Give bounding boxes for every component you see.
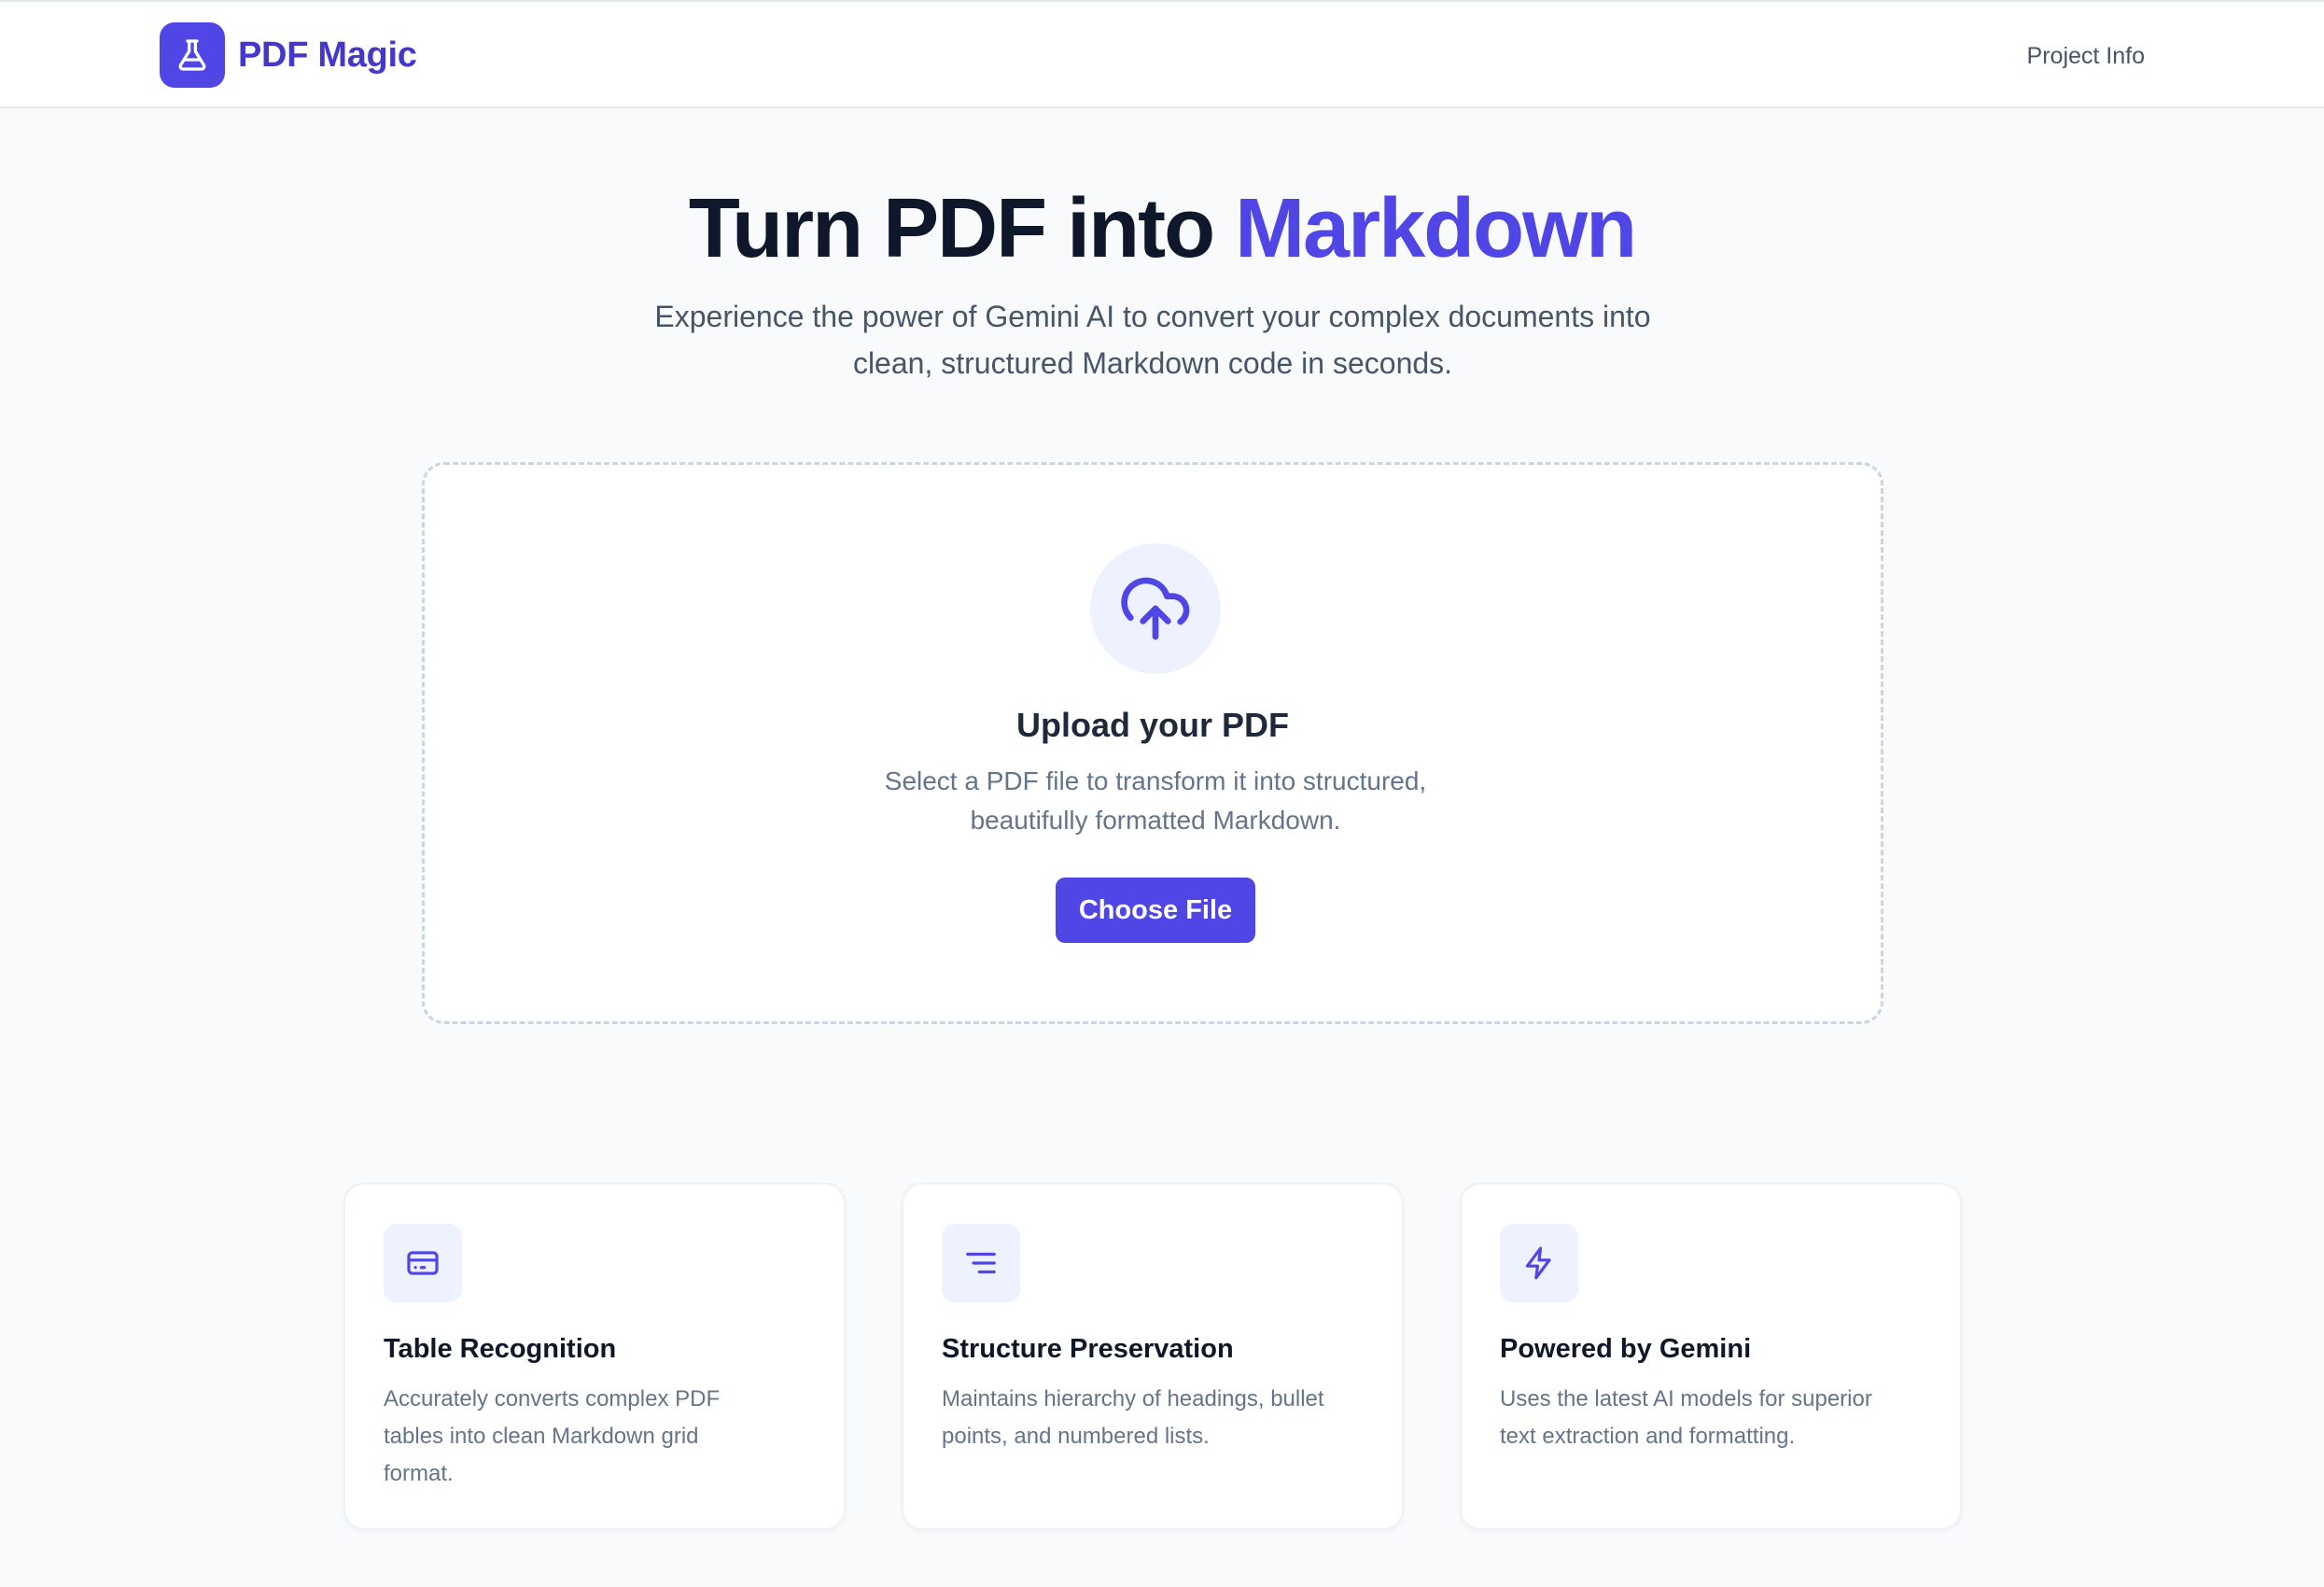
feature-description: Accurately converts complex PDF tables i…	[384, 1381, 785, 1493]
table-icon	[407, 1251, 439, 1275]
choose-file-button[interactable]: Choose File	[1056, 878, 1255, 943]
hero-subtitle-line: clean, structured Markdown code in secon…	[852, 346, 1453, 380]
feature-description: Maintains hierarchy of headings, bullet …	[942, 1381, 1343, 1455]
feature-title: Powered by Gemini	[1500, 1334, 1752, 1364]
feature-icon-wrapper	[1500, 1224, 1578, 1302]
top-header: PDF Magic Project Info	[0, 0, 2324, 108]
feature-card-powered-by-gemini: Powered by Gemini Uses the latest AI mod…	[1460, 1183, 1962, 1530]
feature-icon-wrapper	[384, 1224, 462, 1302]
upload-icon-wrapper	[1090, 543, 1221, 674]
app-name[interactable]: PDF Magic	[238, 30, 417, 80]
feature-card-table-recognition: Table Recognition Accurately converts co…	[343, 1183, 846, 1530]
hero-subtitle-line: Experience the power of Gemini AI to con…	[654, 300, 1651, 333]
feature-title: Structure Preservation	[942, 1334, 1234, 1364]
feature-description-line: format.	[384, 1461, 454, 1486]
upload-description-line: beautifully formatted Markdown.	[970, 806, 1341, 835]
upload-description: Select a PDF file to transform it into s…	[782, 762, 1529, 840]
feature-description-line: text extraction and formatting.	[1500, 1424, 1796, 1449]
feature-title: Table Recognition	[384, 1334, 617, 1364]
hero-title: Turn PDF into Markdown	[0, 173, 2324, 285]
text-align-icon	[966, 1252, 996, 1274]
hero-title-main: Turn PDF into	[688, 182, 1236, 275]
logo-badge[interactable]	[160, 22, 225, 88]
feature-card-structure-preservation: Structure Preservation Maintains hierarc…	[902, 1183, 1404, 1530]
hero-subtitle: Experience the power of Gemini AI to con…	[579, 293, 1727, 386]
feature-description-line: points, and numbered lists.	[942, 1424, 1210, 1449]
upload-dropzone[interactable]: Upload your PDF Select a PDF file to tra…	[422, 462, 1883, 1024]
hero-title-accent: Markdown	[1235, 182, 1637, 275]
feature-description-line: Uses the latest AI models for superior	[1500, 1386, 1872, 1411]
feature-description-line: Accurately converts complex PDF	[384, 1386, 721, 1411]
upload-title: Upload your PDF	[1015, 706, 1289, 744]
feature-description-line: Maintains hierarchy of headings, bullet	[942, 1386, 1324, 1411]
feature-icon-wrapper	[942, 1224, 1020, 1302]
cloud-upload-icon	[1121, 577, 1190, 640]
upload-description-line: Select a PDF file to transform it into s…	[884, 766, 1427, 795]
feature-description: Uses the latest AI models for superior t…	[1500, 1381, 1901, 1455]
feature-description-line: tables into clean Markdown grid	[384, 1424, 699, 1449]
project-info-link[interactable]: Project Info	[2027, 37, 2145, 75]
flask-icon	[178, 39, 206, 71]
lightning-icon	[1525, 1246, 1551, 1280]
